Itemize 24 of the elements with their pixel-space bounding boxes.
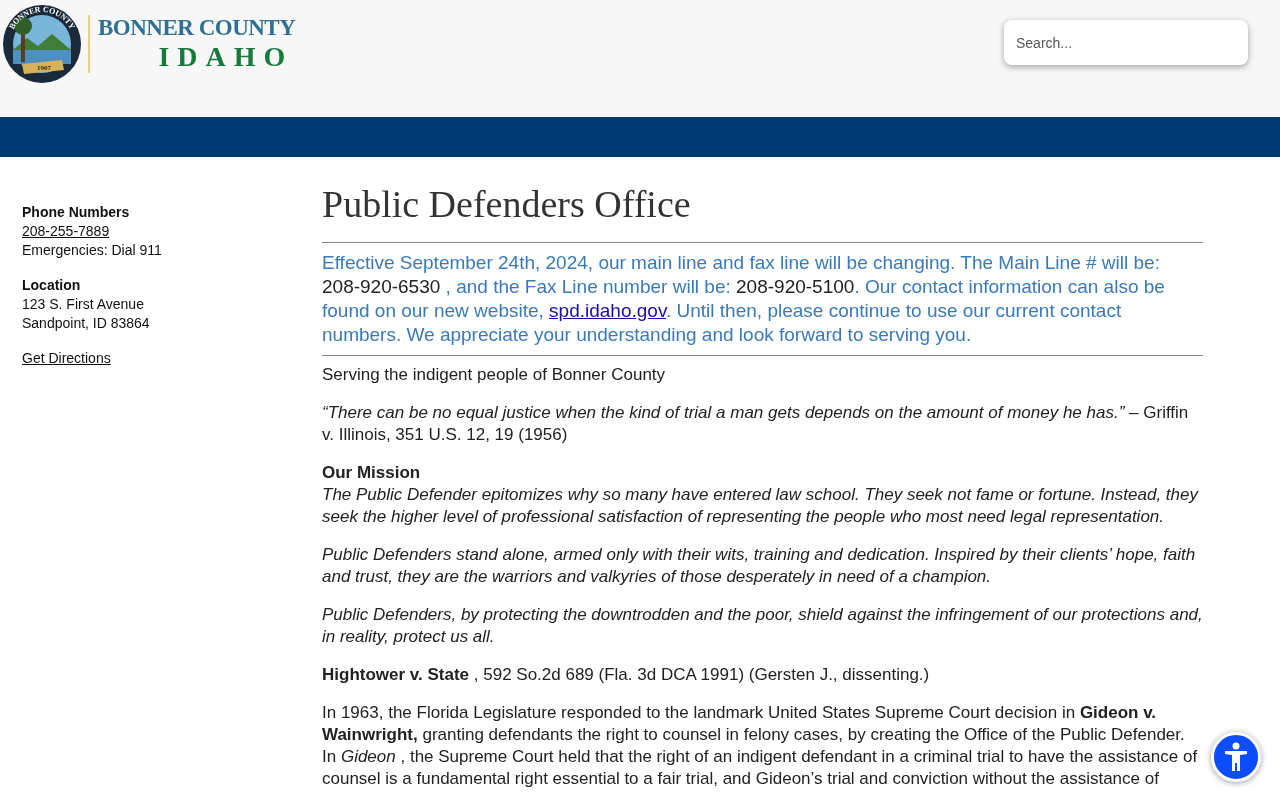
body-paragraph: In 1963, the Florida Legislature responded to the landmark United States Supreme Court decision in Gideon v. Wainwright, granting defendants the right to counsel in felony cases, by creating the Office of the Public Defender. In Gideon , the Supreme Court held that the right of an indigent defendant in a criminal trial to have the assistance of counsel is a fundamental right essential to a fair trial, and Gideon’s trial and conviction without the assistance of bbox=[322, 702, 1199, 790]
sidebar-text: Emergencies: Dial 911 bbox=[22, 241, 162, 260]
sidebar-text: 123 S. First Avenue bbox=[22, 295, 144, 314]
body-paragraph: Public Defenders stand alone, armed only with their wits, training and dedication. Inspired by their clients’ hope, faith and trust, they are the warriors and valkyries of those desperately in need of a champion. bbox=[322, 544, 1197, 588]
county-name: BONNER COUNTY bbox=[98, 15, 296, 41]
body-paragraph: Public Defenders, by protecting the downtrodden and the poor, shield against the infringement of our protections and, in reality, protect us all. bbox=[322, 604, 1203, 648]
section-heading: Our Mission bbox=[322, 462, 422, 484]
accessibility-button[interactable] bbox=[1211, 732, 1261, 782]
accessibility-icon bbox=[1223, 742, 1249, 772]
phone-link[interactable]: 208-255-7889 bbox=[22, 222, 110, 241]
website-link[interactable]: spd.idaho.gov bbox=[549, 300, 666, 321]
body-paragraph: The Public Defender epitomizes why so many have entered law school. They seek not fame or fortune. Instead, they seek the higher level of professional satisfaction of representing the people who most need legal representation. bbox=[322, 484, 1200, 528]
sidebar-heading: Location bbox=[22, 276, 81, 295]
page-title: Public Defenders Office bbox=[322, 182, 692, 227]
sidebar-heading: Phone Numbers bbox=[22, 203, 130, 222]
body-paragraph: Serving the indigent people of Bonner County bbox=[322, 364, 667, 386]
state-name: IDAHO bbox=[158, 41, 294, 73]
notice-paragraph: Effective September 24th, 2024, our main line and fax line will be changing. The Main Line # will be: 208-920-6530 , and the Fax Line number will be: 208-920-5100. Our contact information can also be found on our new website, spd.idaho.gov. Until then, please continue to use our current contact numbers. We appreciate your understanding and look forward to serving you. bbox=[322, 251, 1166, 347]
directions-link[interactable]: Get Directions bbox=[22, 350, 111, 366]
sidebar-text: Sandpoint, ID 83864 bbox=[22, 314, 150, 333]
logo-divider bbox=[88, 15, 90, 73]
body-paragraph: “There can be no equal justice when the kind of trial a man gets depends on the amount of money he has.” – Griffin v. Illinois, 351 U.S. 12, 19 (1956) bbox=[322, 402, 1190, 446]
search-field[interactable]: Search... bbox=[1004, 20, 1248, 65]
body-paragraph: Hightower v. State , 592 So.2d 689 (Fla. 3d DCA 1991) (Gersten J., dissenting.) bbox=[322, 664, 931, 686]
